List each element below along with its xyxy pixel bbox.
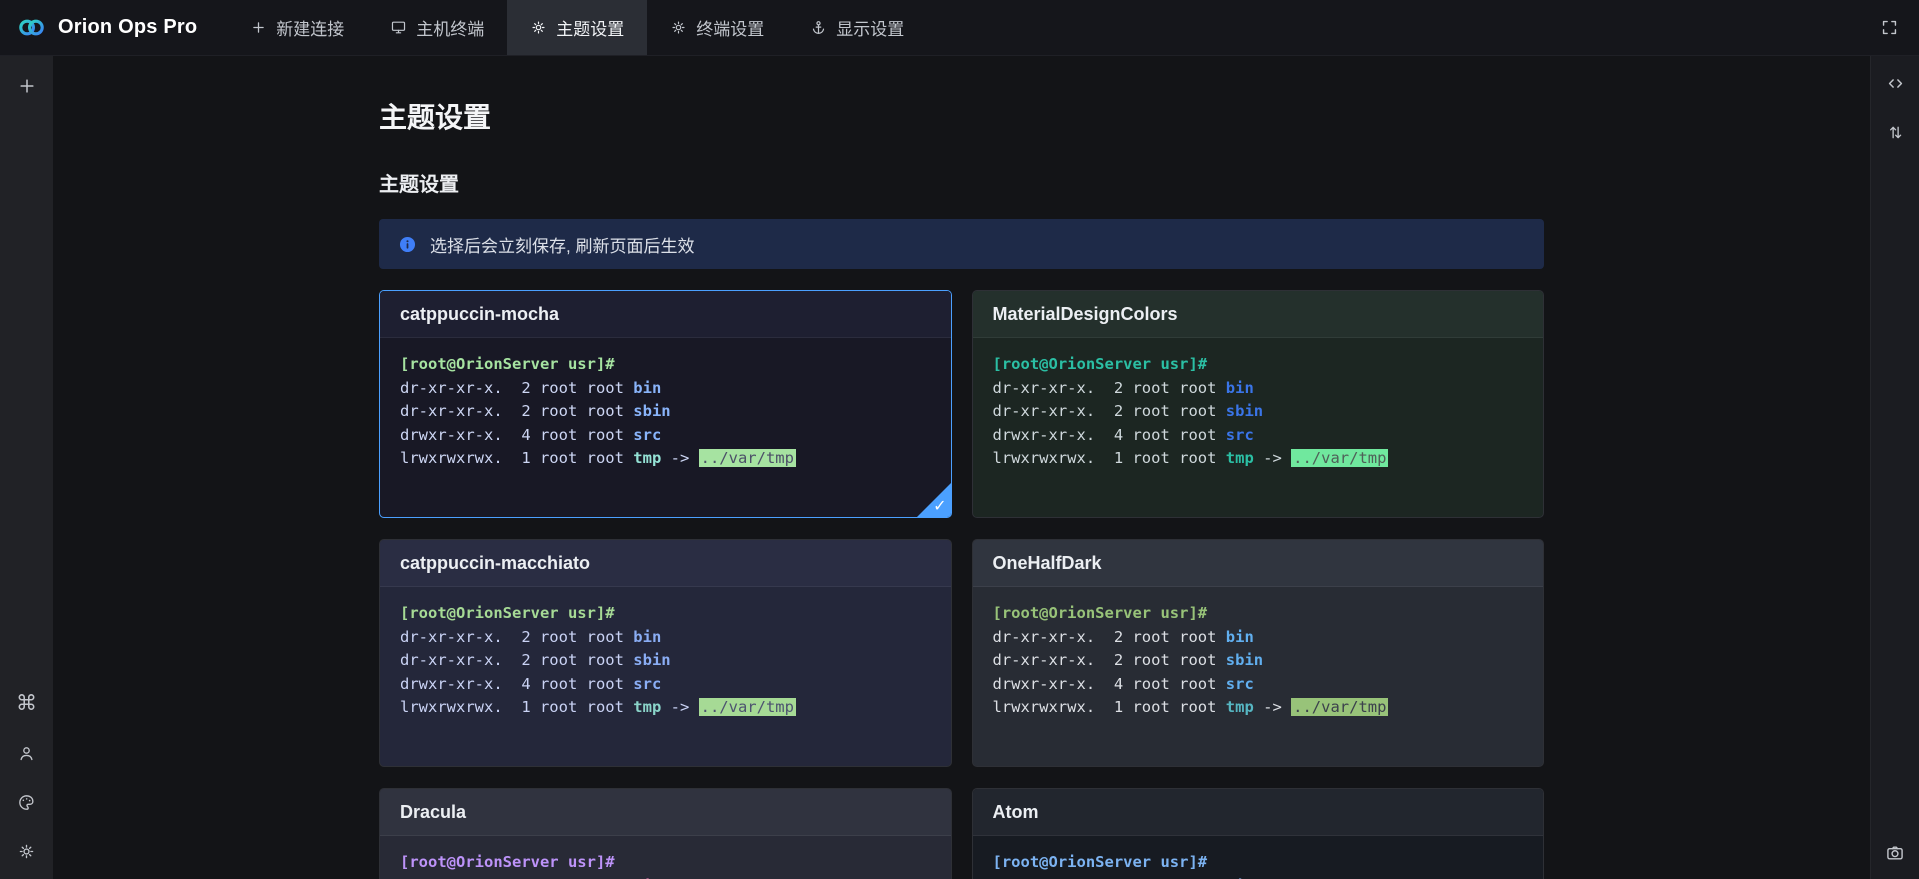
theme-card[interactable]: catppuccin-macchiato [root@OrionServer u… bbox=[379, 539, 952, 767]
theme-card-title: MaterialDesignColors bbox=[993, 304, 1178, 325]
terminal-line: lrwxrwxrwx. 1 root root tmp -> ../var/tm… bbox=[993, 447, 1524, 471]
theme-card[interactable]: Atom [root@OrionServer usr]#dr-xr-xr-x. … bbox=[972, 788, 1545, 879]
terminal-line: dr-xr-xr-x. 2 root root bin bbox=[400, 626, 931, 650]
nav-tab-label: 新建连接 bbox=[276, 15, 344, 40]
info-alert-text: 选择后会立刻保存, 刷新页面后生效 bbox=[430, 232, 694, 257]
selected-check-icon: ✓ bbox=[933, 499, 946, 515]
terminal-line: dr-xr-xr-x. 2 root root bin bbox=[993, 377, 1524, 401]
theme-card-title: catppuccin-mocha bbox=[400, 304, 559, 325]
theme-card-title: catppuccin-macchiato bbox=[400, 553, 590, 574]
terminal-prompt-line: [root@OrionServer usr]# bbox=[993, 353, 1524, 377]
theme-card[interactable]: MaterialDesignColors [root@OrionServer u… bbox=[972, 290, 1545, 518]
settings-gear-icon[interactable] bbox=[17, 842, 36, 861]
terminal-line: lrwxrwxrwx. 1 root root tmp -> ../var/tm… bbox=[400, 447, 931, 471]
sort-arrows-icon[interactable] bbox=[1886, 123, 1905, 142]
terminal-line: lrwxrwxrwx. 1 root root tmp -> ../var/tm… bbox=[993, 696, 1524, 720]
nav-tab-label: 显示设置 bbox=[836, 15, 904, 40]
terminal-prompt-line: [root@OrionServer usr]# bbox=[400, 353, 931, 377]
nav-tab-label: 终端设置 bbox=[696, 15, 764, 40]
terminal-preview: [root@OrionServer usr]#dr-xr-xr-x. 2 roo… bbox=[380, 587, 951, 735]
theme-card-header: OneHalfDark bbox=[973, 540, 1544, 587]
terminal-line: dr-xr-xr-x. 2 root root bin bbox=[400, 875, 931, 879]
terminal-preview: [root@OrionServer usr]#dr-xr-xr-x. 2 roo… bbox=[973, 338, 1544, 486]
theme-card-header: catppuccin-macchiato bbox=[380, 540, 951, 587]
terminal-preview: [root@OrionServer usr]#dr-xr-xr-x. 2 roo… bbox=[973, 587, 1544, 735]
theme-card[interactable]: catppuccin-mocha [root@OrionServer usr]#… bbox=[379, 290, 952, 518]
terminal-line: drwxr-xr-x. 4 root root src bbox=[993, 424, 1524, 448]
theme-card[interactable]: Dracula [root@OrionServer usr]#dr-xr-xr-… bbox=[379, 788, 952, 879]
theme-card[interactable]: OneHalfDark [root@OrionServer usr]#dr-xr… bbox=[972, 539, 1545, 767]
terminal-line: dr-xr-xr-x. 2 root root bin bbox=[400, 377, 931, 401]
theme-card-title: OneHalfDark bbox=[993, 553, 1102, 574]
left-sidebar: ⌘ bbox=[0, 56, 53, 879]
theme-card-header: Atom bbox=[973, 789, 1544, 836]
theme-palette-icon[interactable] bbox=[17, 793, 36, 812]
nav-tab-display-settings[interactable]: 显示设置 bbox=[787, 0, 927, 55]
new-tab-plus-icon[interactable] bbox=[17, 76, 37, 96]
terminal-preview: [root@OrionServer usr]#dr-xr-xr-x. 2 roo… bbox=[380, 836, 951, 879]
info-alert: 选择后会立刻保存, 刷新页面后生效 bbox=[379, 219, 1544, 269]
nav-tab-label: 主题设置 bbox=[556, 15, 624, 40]
section-title: 主题设置 bbox=[379, 168, 1544, 197]
right-sidebar bbox=[1870, 56, 1919, 879]
plus-icon bbox=[250, 19, 267, 36]
page-title: 主题设置 bbox=[379, 96, 1544, 136]
terminal-line: dr-xr-xr-x. 2 root root bin bbox=[993, 626, 1524, 650]
theme-grid: catppuccin-mocha [root@OrionServer usr]#… bbox=[379, 290, 1544, 879]
terminal-line: lrwxrwxrwx. 1 root root tmp -> ../var/tm… bbox=[400, 696, 931, 720]
nav-tab-theme-settings[interactable]: 主题设置 bbox=[507, 0, 647, 55]
gear-icon bbox=[530, 19, 547, 36]
terminal-line: drwxr-xr-x. 4 root root src bbox=[400, 673, 931, 697]
gear-icon bbox=[670, 19, 687, 36]
terminal-line: dr-xr-xr-x. 2 root root sbin bbox=[993, 400, 1524, 424]
command-shortcuts-icon[interactable]: ⌘ bbox=[16, 693, 37, 714]
terminal-prompt-line: [root@OrionServer usr]# bbox=[400, 851, 931, 875]
terminal-line: dr-xr-xr-x. 2 root root bin bbox=[993, 875, 1524, 879]
theme-card-header: Dracula bbox=[380, 789, 951, 836]
user-icon[interactable] bbox=[17, 744, 36, 763]
theme-card-title: Dracula bbox=[400, 802, 466, 823]
theme-card-title: Atom bbox=[993, 802, 1039, 823]
code-icon[interactable] bbox=[1886, 74, 1905, 93]
app-title: Orion Ops Pro bbox=[58, 16, 197, 39]
anchor-icon bbox=[810, 19, 827, 36]
monitor-icon bbox=[390, 19, 407, 36]
nav-tab-new-connection[interactable]: 新建连接 bbox=[227, 0, 367, 55]
terminal-line: dr-xr-xr-x. 2 root root sbin bbox=[993, 649, 1524, 673]
terminal-line: dr-xr-xr-x. 2 root root sbin bbox=[400, 649, 931, 673]
terminal-prompt-line: [root@OrionServer usr]# bbox=[993, 851, 1524, 875]
terminal-prompt-line: [root@OrionServer usr]# bbox=[400, 602, 931, 626]
app-logo-icon bbox=[16, 12, 47, 43]
camera-icon[interactable] bbox=[1885, 843, 1905, 863]
top-bar: Orion Ops Pro 新建连接 主机终端 主题设置 终端设置 bbox=[0, 0, 1919, 56]
info-icon bbox=[398, 235, 417, 254]
terminal-preview: [root@OrionServer usr]#dr-xr-xr-x. 2 roo… bbox=[973, 836, 1544, 879]
nav-tab-label: 主机终端 bbox=[416, 15, 484, 40]
brand: Orion Ops Pro bbox=[0, 0, 227, 55]
top-nav: 新建连接 主机终端 主题设置 终端设置 显示设置 bbox=[227, 0, 927, 55]
terminal-preview: [root@OrionServer usr]#dr-xr-xr-x. 2 roo… bbox=[380, 338, 951, 486]
theme-card-header: catppuccin-mocha bbox=[380, 291, 951, 338]
nav-tab-terminal-settings[interactable]: 终端设置 bbox=[647, 0, 787, 55]
terminal-line: drwxr-xr-x. 4 root root src bbox=[993, 673, 1524, 697]
terminal-line: dr-xr-xr-x. 2 root root sbin bbox=[400, 400, 931, 424]
main-content: 主题设置 主题设置 选择后会立刻保存, 刷新页面后生效 catppuccin-m… bbox=[53, 56, 1870, 879]
terminal-line: drwxr-xr-x. 4 root root src bbox=[400, 424, 931, 448]
nav-tab-host-terminal[interactable]: 主机终端 bbox=[367, 0, 507, 55]
theme-card-header: MaterialDesignColors bbox=[973, 291, 1544, 338]
terminal-prompt-line: [root@OrionServer usr]# bbox=[993, 602, 1524, 626]
fullscreen-icon[interactable] bbox=[1880, 18, 1899, 37]
